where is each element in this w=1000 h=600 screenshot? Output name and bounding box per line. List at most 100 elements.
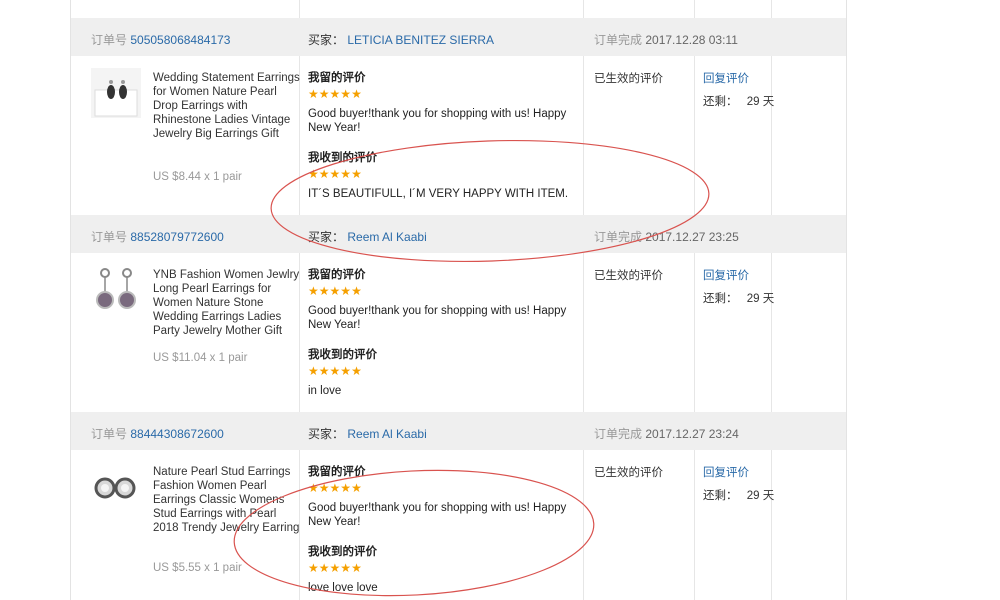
feedback-status: 已生效的评价 bbox=[594, 270, 663, 282]
completed-info: 订单完成 2017.12.28 03:11 bbox=[594, 31, 738, 48]
order-number: 订单号 505058068484173 bbox=[91, 31, 230, 48]
order-number: 订单号 88444308672600 bbox=[91, 425, 224, 442]
order-id-link[interactable]: 505058068484173 bbox=[130, 33, 230, 47]
buyer-name-link[interactable]: Reem Al Kaabi bbox=[347, 230, 426, 244]
star-icon: ★ bbox=[318, 284, 330, 298]
feedback-status: 已生效的评价 bbox=[594, 467, 663, 479]
order-header: 订单号 505058068484173 买家： LETICIA BENITEZ … bbox=[71, 18, 846, 56]
feedback-status: 已生效的评价 bbox=[594, 73, 663, 85]
star-icon: ★ bbox=[329, 284, 341, 298]
product-price: US $8.44 x 1 pair bbox=[153, 171, 242, 183]
order-id-link[interactable]: 88528079772600 bbox=[130, 230, 223, 244]
star-icon: ★ bbox=[318, 481, 330, 495]
star-icon: ★ bbox=[351, 561, 362, 575]
earring-thumbnail[interactable] bbox=[91, 462, 141, 512]
product-price: US $11.04 x 1 pair bbox=[153, 352, 248, 364]
buyer-info: 买家： Reem Al Kaabi bbox=[308, 228, 427, 245]
buyer-label: 买家： bbox=[308, 427, 345, 441]
buyer-info: 买家： LETICIA BENITEZ SIERRA bbox=[308, 31, 494, 48]
remaining-time: 还剩： 29 天 bbox=[703, 290, 774, 306]
order-number: 订单号 88528079772600 bbox=[91, 228, 224, 245]
remaining-time: 还剩： 29 天 bbox=[703, 487, 774, 503]
star-icon: ★ bbox=[318, 561, 330, 575]
column-divider bbox=[694, 0, 695, 600]
order-header: 订单号 88444308672600 买家： Reem Al Kaabi 订单完… bbox=[71, 412, 846, 450]
received-feedback-comment: in love bbox=[308, 385, 342, 397]
completed-time: 2017.12.28 03:11 bbox=[645, 33, 738, 47]
my-feedback-title: 我留的评价 bbox=[308, 72, 366, 84]
reply-feedback-link[interactable]: 回复评价 bbox=[703, 267, 749, 283]
received-feedback-comment: love love love bbox=[308, 582, 378, 594]
buyer-info: 买家： Reem Al Kaabi bbox=[308, 425, 427, 442]
received-feedback-title: 我收到的评价 bbox=[308, 152, 377, 164]
remaining-label: 还剩： bbox=[703, 293, 738, 305]
received-rating-stars: ★★★★★ bbox=[308, 167, 578, 181]
star-icon: ★ bbox=[351, 364, 362, 378]
star-icon: ★ bbox=[318, 87, 330, 101]
feedback-page: 订单号 505058068484173 买家： LETICIA BENITEZ … bbox=[0, 0, 1000, 600]
product-title-link[interactable]: Wedding Statement Earrings for Women Nat… bbox=[153, 71, 303, 141]
buyer-name-link[interactable]: Reem Al Kaabi bbox=[347, 427, 426, 441]
reply-feedback-link[interactable]: 回复评价 bbox=[703, 464, 749, 480]
my-feedback-title: 我留的评价 bbox=[308, 269, 366, 281]
my-feedback-comment: Good buyer!thank you for shopping with u… bbox=[308, 305, 567, 331]
star-icon: ★ bbox=[340, 364, 352, 378]
star-icon: ★ bbox=[308, 481, 319, 495]
order-number-label: 订单号 bbox=[91, 33, 128, 47]
star-icon: ★ bbox=[340, 87, 352, 101]
completed-info: 订单完成 2017.12.27 23:24 bbox=[594, 425, 739, 442]
remaining-days: 29 天 bbox=[746, 490, 775, 502]
product-title-link[interactable]: Nature Pearl Stud Earrings Fashion Women… bbox=[153, 465, 303, 535]
my-feedback-comment: Good buyer!thank you for shopping with u… bbox=[308, 108, 567, 134]
remaining-days: 29 天 bbox=[746, 293, 775, 305]
received-rating-stars: ★★★★★ bbox=[308, 364, 578, 378]
remaining-days: 29 天 bbox=[746, 96, 775, 108]
remaining-label: 还剩： bbox=[703, 96, 738, 108]
order-number-label: 订单号 bbox=[91, 427, 128, 441]
product-title-link[interactable]: YNB Fashion Women Jewlry Long Pearl Earr… bbox=[153, 268, 303, 338]
star-icon: ★ bbox=[329, 481, 341, 495]
completed-time: 2017.12.27 23:25 bbox=[645, 230, 739, 244]
earring-thumbnail[interactable] bbox=[91, 68, 141, 118]
received-feedback-title: 我收到的评价 bbox=[308, 349, 377, 361]
star-icon: ★ bbox=[308, 284, 319, 298]
my-feedback-title: 我留的评价 bbox=[308, 466, 366, 478]
buyer-label: 买家： bbox=[308, 230, 345, 244]
buyer-name-link[interactable]: LETICIA BENITEZ SIERRA bbox=[347, 33, 494, 47]
my-feedback: 我留的评价 ★★★★★ Good buyer!thank you for sho… bbox=[308, 266, 578, 398]
star-icon: ★ bbox=[351, 167, 362, 181]
star-icon: ★ bbox=[329, 364, 341, 378]
earring-thumbnail[interactable] bbox=[91, 265, 141, 315]
remaining-time: 还剩： 29 天 bbox=[703, 93, 774, 109]
order-list: 订单号 505058068484173 买家： LETICIA BENITEZ … bbox=[70, 0, 847, 600]
remaining-label: 还剩： bbox=[703, 490, 738, 502]
my-feedback: 我留的评价 ★★★★★ Good buyer!thank you for sho… bbox=[308, 69, 578, 201]
reply-feedback-link[interactable]: 回复评价 bbox=[703, 70, 749, 86]
buyer-label: 买家： bbox=[308, 33, 345, 47]
order-header: 订单号 88528079772600 买家： Reem Al Kaabi 订单完… bbox=[71, 215, 846, 253]
completed-info: 订单完成 2017.12.27 23:25 bbox=[594, 228, 739, 245]
star-icon: ★ bbox=[329, 561, 341, 575]
my-rating-stars: ★★★★★ bbox=[308, 481, 578, 495]
received-feedback-title: 我收到的评价 bbox=[308, 546, 377, 558]
star-icon: ★ bbox=[340, 481, 352, 495]
completed-label: 订单完成 bbox=[594, 33, 643, 47]
star-icon: ★ bbox=[351, 87, 362, 101]
product-price: US $5.55 x 1 pair bbox=[153, 562, 242, 574]
star-icon: ★ bbox=[308, 561, 319, 575]
order-id-link[interactable]: 88444308672600 bbox=[130, 427, 223, 441]
star-icon: ★ bbox=[308, 87, 319, 101]
star-icon: ★ bbox=[340, 284, 352, 298]
received-rating-stars: ★★★★★ bbox=[308, 561, 578, 575]
star-icon: ★ bbox=[329, 167, 341, 181]
completed-label: 订单完成 bbox=[594, 230, 643, 244]
my-feedback: 我留的评价 ★★★★★ Good buyer!thank you for sho… bbox=[308, 463, 578, 595]
completed-label: 订单完成 bbox=[594, 427, 643, 441]
column-divider bbox=[583, 0, 584, 600]
star-icon: ★ bbox=[329, 87, 341, 101]
star-icon: ★ bbox=[308, 364, 319, 378]
star-icon: ★ bbox=[340, 561, 352, 575]
star-icon: ★ bbox=[351, 284, 362, 298]
star-icon: ★ bbox=[318, 167, 330, 181]
completed-time: 2017.12.27 23:24 bbox=[645, 427, 739, 441]
